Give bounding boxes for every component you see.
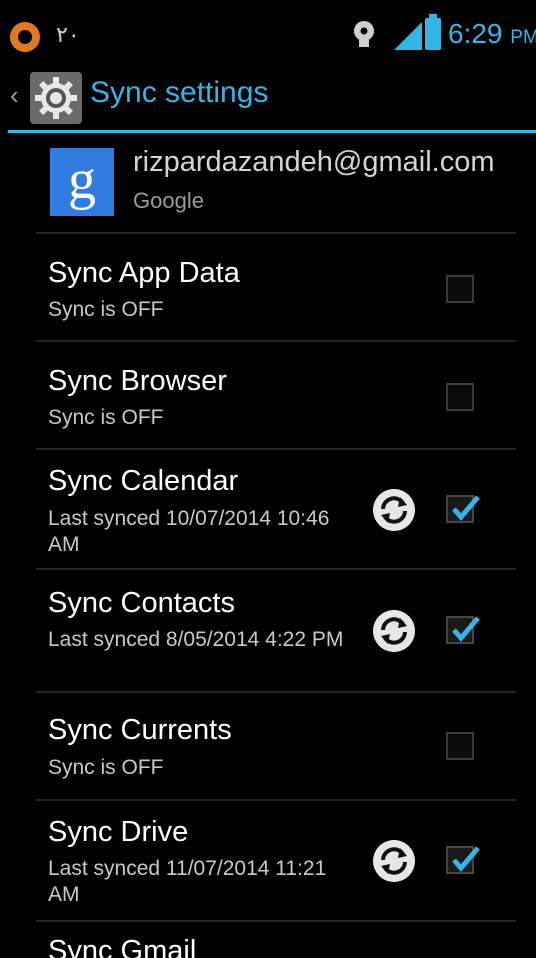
bulb-icon xyxy=(354,21,374,47)
gear-icon xyxy=(35,77,77,119)
sync-checkbox[interactable] xyxy=(446,616,480,644)
divider xyxy=(36,568,516,570)
row-title: Sync Calendar xyxy=(48,465,239,497)
sync-checkbox[interactable] xyxy=(446,275,474,303)
sync-row-browser[interactable]: Sync Browser Sync is OFF xyxy=(0,343,536,448)
sync-checkbox[interactable] xyxy=(446,495,480,523)
sync-icon[interactable] xyxy=(373,610,415,652)
sync-checkbox[interactable] xyxy=(446,846,480,874)
row-subtitle: Sync is OFF xyxy=(48,406,164,429)
sync-row-app-data[interactable]: Sync App Data Sync is OFF xyxy=(0,235,536,340)
row-subtitle: Sync is OFF xyxy=(48,756,164,779)
clock: 6:29 PM xyxy=(448,18,536,49)
sync-row-currents[interactable]: Sync Currents Sync is OFF xyxy=(0,694,536,799)
sync-row-gmail[interactable]: Sync Gmail xyxy=(0,923,536,958)
row-title: Sync Drive xyxy=(48,816,189,848)
divider xyxy=(36,448,516,450)
account-type: Google xyxy=(133,188,204,213)
sync-row-calendar[interactable]: Sync Calendar Last synced 10/07/2014 10:… xyxy=(0,451,536,568)
sync-icon[interactable] xyxy=(373,489,415,531)
row-title: Sync Contacts xyxy=(48,587,235,619)
sync-checkbox[interactable] xyxy=(446,383,474,411)
signal-icon xyxy=(394,22,422,50)
account-email: rizpardazandeh@gmail.com xyxy=(133,146,495,178)
divider xyxy=(36,232,516,234)
action-bar: ‹ Sync settings xyxy=(0,62,536,130)
settings-app-icon[interactable] xyxy=(30,72,82,124)
sync-row-drive[interactable]: Sync Drive Last synced 11/07/2014 11:21 … xyxy=(0,802,536,920)
sync-row-contacts[interactable]: Sync Contacts Last synced 8/05/2014 4:22… xyxy=(0,571,536,691)
row-title: Sync App Data xyxy=(48,257,240,289)
checkmark-icon xyxy=(452,616,480,642)
divider xyxy=(36,691,516,693)
sync-icon[interactable] xyxy=(373,840,415,882)
row-subtitle: Last synced 11/07/2014 11:21 AM xyxy=(48,857,327,906)
back-chevron-icon[interactable]: ‹ xyxy=(10,80,19,111)
title-divider xyxy=(8,130,536,133)
row-subtitle: Last synced 8/05/2014 4:22 PM xyxy=(48,628,344,651)
checkmark-icon xyxy=(452,495,480,521)
row-subtitle: Last synced 10/07/2014 10:46 AM xyxy=(48,507,330,556)
checkmark-icon xyxy=(452,846,480,872)
divider xyxy=(36,799,516,801)
page-title: Sync settings xyxy=(90,76,269,109)
status-bar: ٢٠ 6:29 PM xyxy=(0,0,536,62)
row-subtitle: Sync is OFF xyxy=(48,298,164,321)
divider xyxy=(36,340,516,342)
row-title: Sync Gmail xyxy=(48,935,197,958)
notification-text: ٢٠ xyxy=(56,22,80,47)
divider xyxy=(36,920,516,922)
sync-checkbox[interactable] xyxy=(446,732,474,760)
row-title: Sync Browser xyxy=(48,365,227,397)
battery-icon xyxy=(425,14,441,50)
notification-icon xyxy=(10,22,40,52)
row-title: Sync Currents xyxy=(48,714,232,746)
google-icon: g xyxy=(50,148,114,216)
